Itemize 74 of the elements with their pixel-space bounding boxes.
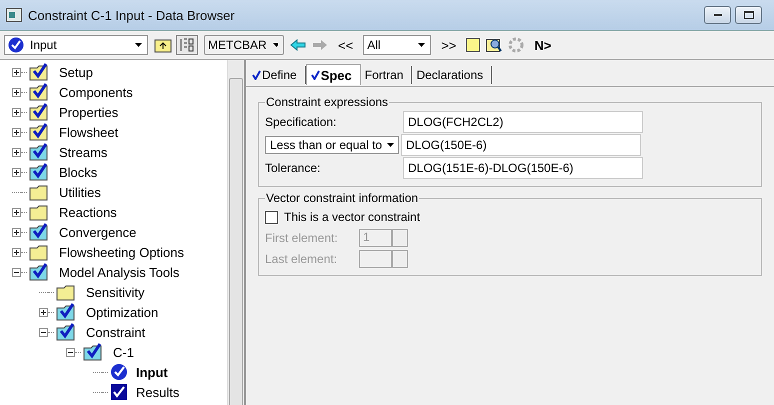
field-label: First element: xyxy=(265,230,339,244)
field-label: Last element: xyxy=(265,252,338,266)
relation-dropdown[interactable]: Less than or equal to xyxy=(265,136,399,154)
caret-icon xyxy=(418,43,426,47)
expand-icon[interactable] xyxy=(12,228,21,236)
tree-item[interactable]: Utilities xyxy=(57,184,103,200)
tree-item[interactable]: Results xyxy=(134,384,182,400)
tab[interactable]: Declarations xyxy=(412,66,492,84)
scrollbar[interactable] xyxy=(227,60,244,405)
expand-icon[interactable] xyxy=(39,308,48,316)
tab[interactable]: Spec xyxy=(306,64,361,85)
caret-icon xyxy=(387,143,394,147)
tree-item[interactable]: Convergence xyxy=(57,224,138,240)
maximize-icon xyxy=(744,11,754,19)
field-label: Tolerance: xyxy=(265,161,322,175)
check-icon xyxy=(252,70,261,80)
tree-item[interactable]: Components xyxy=(57,84,135,100)
tree-item[interactable]: C-1 xyxy=(111,344,136,360)
next-form-button[interactable]: N> xyxy=(530,38,556,52)
tree-item[interactable]: Input xyxy=(134,364,170,380)
check-icon xyxy=(310,70,320,80)
next-button[interactable]: >> xyxy=(437,38,460,52)
check-circle-icon xyxy=(110,363,128,381)
expand-icon[interactable] xyxy=(12,168,21,176)
expand-icon[interactable] xyxy=(12,128,21,136)
units-dropdown[interactable]: METCBAR xyxy=(204,35,284,55)
tree-item[interactable]: Reactions xyxy=(57,204,119,220)
group-title: Vector constraint information xyxy=(265,191,420,205)
tree-item[interactable]: Optimization xyxy=(84,304,160,320)
checkbox[interactable] xyxy=(265,210,278,224)
minimize-button[interactable] xyxy=(704,6,731,24)
maximize-button[interactable] xyxy=(735,6,762,24)
caret-icon xyxy=(135,43,142,47)
window-title: Constraint C-1 Input - Data Browser xyxy=(28,8,235,22)
tree-item[interactable]: Setup xyxy=(57,64,95,80)
filter-dropdown[interactable]: All xyxy=(363,35,432,55)
bound-field[interactable]: DLOG(150E-6) xyxy=(401,134,641,156)
tree-item[interactable]: Constraint xyxy=(84,324,148,340)
checkbox-icon xyxy=(110,383,128,401)
expand-icon[interactable] xyxy=(12,68,21,76)
caret-icon xyxy=(272,43,278,47)
expand-icon[interactable] xyxy=(12,148,21,156)
previous-button[interactable]: << xyxy=(334,38,358,52)
expand-icon[interactable] xyxy=(12,88,21,96)
note-icon[interactable] xyxy=(466,38,480,52)
expand-icon[interactable] xyxy=(12,208,21,216)
tree-item[interactable]: Blocks xyxy=(57,164,100,180)
tree-view-icon[interactable] xyxy=(176,35,198,55)
tree-item[interactable]: Sensitivity xyxy=(84,284,147,300)
group-title: Constraint expressions xyxy=(265,95,390,109)
app-icon xyxy=(6,8,22,22)
expand-icon[interactable] xyxy=(12,108,21,116)
checkbox-label: This is a vector constraint xyxy=(284,210,420,224)
collapse-icon[interactable] xyxy=(66,348,75,356)
expand-icon[interactable] xyxy=(12,248,21,256)
tolerance-field[interactable]: DLOG(151E-6)-DLOG(150E-6) xyxy=(403,157,643,179)
last-element-field[interactable] xyxy=(359,250,392,268)
magnifier-icon[interactable] xyxy=(486,37,502,53)
scroll-thumb[interactable] xyxy=(229,78,243,405)
tree-item[interactable]: Properties xyxy=(57,104,120,120)
form-dropdown[interactable]: Input xyxy=(4,35,148,55)
tree-item[interactable]: Flowsheet xyxy=(57,124,120,140)
tab[interactable]: Fortran xyxy=(360,66,412,84)
tree-item[interactable]: Flowsheeting Options xyxy=(57,244,186,260)
collapse-icon[interactable] xyxy=(12,268,21,276)
check-circle-icon xyxy=(8,37,24,53)
minimize-icon xyxy=(714,14,722,16)
back-arrow-icon[interactable] xyxy=(290,39,306,51)
tree-item[interactable]: Streams xyxy=(57,144,110,160)
field-label: Specification: xyxy=(265,115,338,129)
folder-up-icon[interactable] xyxy=(154,37,172,53)
specification-field[interactable]: DLOG(FCH2CL2) xyxy=(403,111,643,133)
collapse-icon[interactable] xyxy=(39,328,48,336)
tree-item[interactable]: Model Analysis Tools xyxy=(57,264,182,280)
